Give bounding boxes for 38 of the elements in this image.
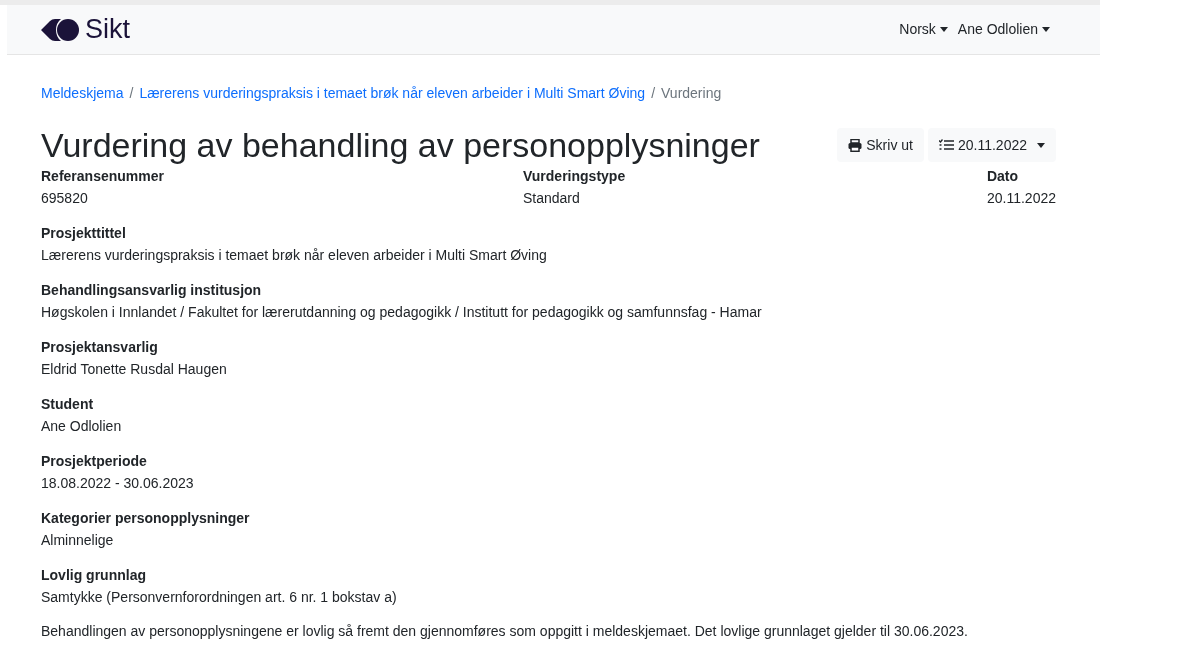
field-value: 695820: [41, 189, 89, 208]
field-value: Samtykke (Personvernforordningen art. 6 nr. 1 bokstav a): [41, 588, 398, 607]
field-label: Dato: [986, 167, 1020, 186]
field-label: Referansenummer: [41, 167, 165, 186]
field-label: Behandlingsansvarlig institusjon: [41, 281, 263, 300]
field-label: Student: [41, 395, 95, 414]
field-value: Lærerens vurderingspraksis i temaet brøk når eleven arbeider i Multi Smart Øving: [41, 246, 548, 265]
paragraph: Behandlingen av personopplysningene er lovlig så fremt den gjennomføres som oppgitt i meldeskjemaet. Det lovlige grunnlaget gjelder til 30.06.2023.: [41, 622, 969, 641]
field-value: Standard: [523, 189, 581, 208]
page-title: Vurdering av behandling av personopplysninger: [41, 125, 760, 166]
list-icon: [938, 139, 954, 151]
menu-dropdown[interactable]: Norsk: [899, 19, 948, 40]
field-value: 18.08.2022 - 30.06.2023: [41, 474, 195, 493]
caret-icon: [1042, 27, 1050, 32]
field-label: Lovlig grunnlag: [41, 566, 147, 585]
caret-icon: [939, 27, 948, 32]
field-value: Høgskolen i Innlandet / Fakultet for lærerutdanning og pedagogikk / Institutt for pedagogikk og samfunnsfag - Hamar: [41, 303, 763, 322]
field-value: Ane Odlolien: [41, 417, 123, 436]
breadcrumb-link[interactable]: Lærerens vurderingspraksis i temaet brøk når eleven arbeider i Multi Smart Øving: [139, 83, 646, 104]
print-button[interactable]: Skriv ut: [837, 128, 924, 162]
breadcrumb-separator: /: [129, 84, 134, 103]
breadcrumb-link[interactable]: Meldeskjema: [41, 83, 124, 104]
version-dropdown[interactable]: 20.11.2022: [927, 128, 1056, 162]
brand-name[interactable]: Sikt: [85, 16, 130, 43]
field-label: Kategorier personopplysninger: [41, 509, 251, 528]
caret-icon: [1037, 142, 1045, 148]
printer-icon: [848, 138, 863, 152]
field-value: 20.11.2022: [986, 189, 1056, 208]
logo-icon: [41, 18, 79, 41]
breadcrumb-separator: /: [651, 84, 656, 103]
field-label: Prosjektansvarlig: [41, 338, 159, 357]
breadcrumb-current: Vurdering: [661, 84, 722, 103]
field-label: Vurderingstype: [523, 167, 627, 186]
menu-dropdown[interactable]: Ane Odlolien: [957, 19, 1050, 40]
field-value: Alminnelige: [41, 531, 115, 550]
field-label: Prosjekttittel: [41, 224, 127, 243]
field-label: Prosjektperiode: [41, 452, 148, 471]
field-value: Eldrid Tonette Rusdal Haugen: [41, 360, 228, 379]
